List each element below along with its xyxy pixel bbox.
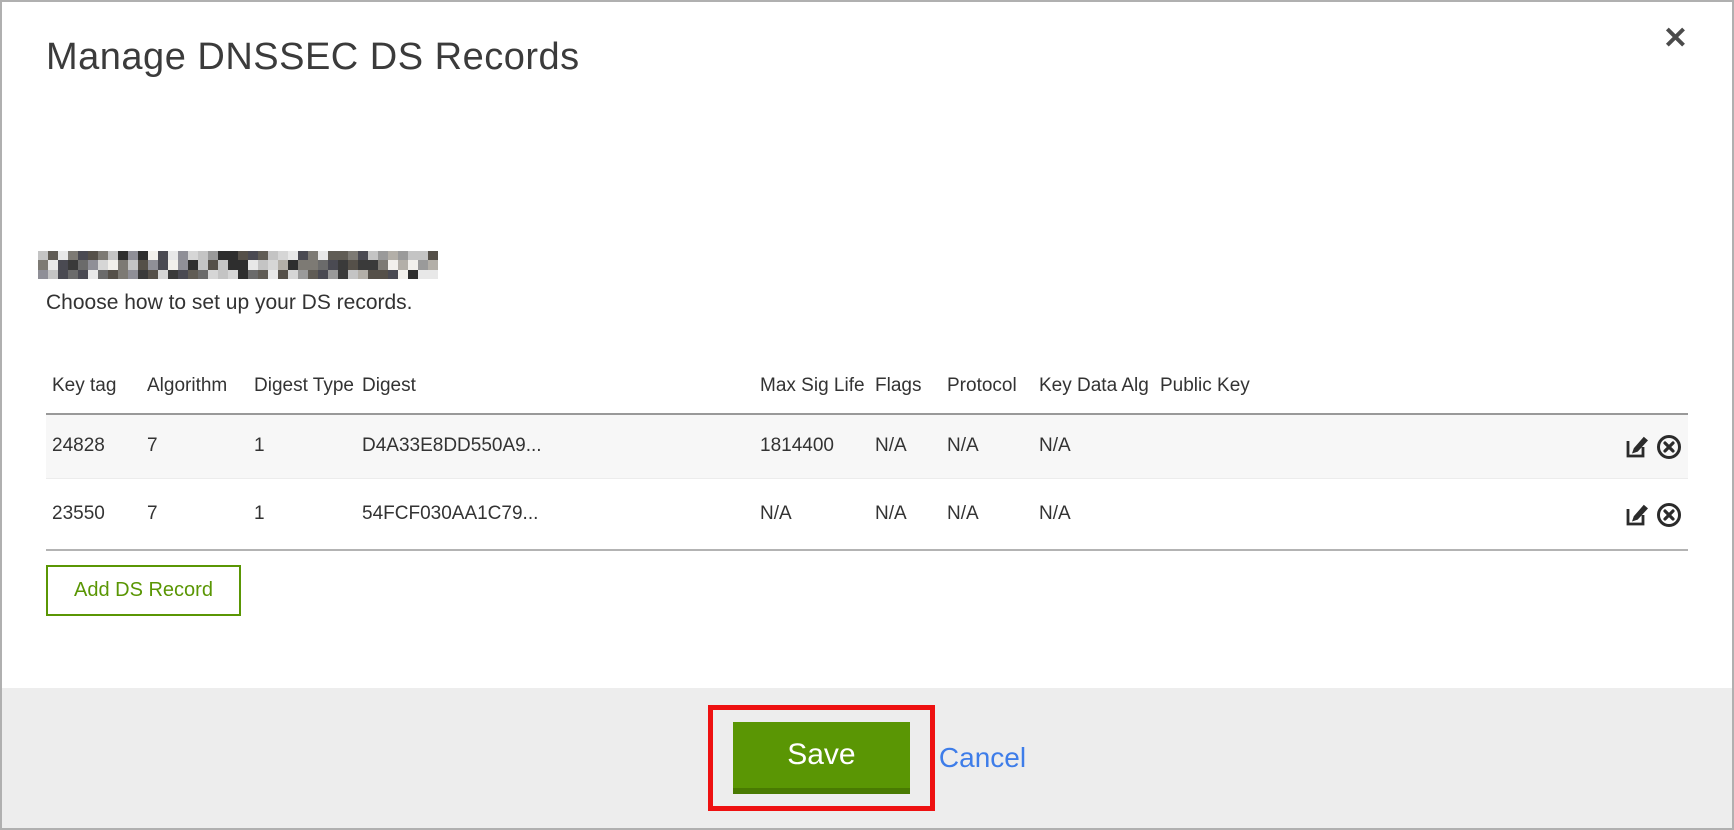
- close-icon[interactable]: ✕: [1663, 24, 1688, 54]
- cell-digest: 54FCF030AA1C79...: [356, 478, 754, 550]
- cell-protocol: N/A: [941, 414, 1033, 478]
- edit-record-button[interactable]: [1622, 499, 1652, 529]
- save-button[interactable]: Save: [733, 722, 910, 794]
- cell-public-key: [1154, 478, 1593, 550]
- cell-key-data-alg: N/A: [1033, 478, 1154, 550]
- manage-dnssec-modal: Manage DNSSEC DS Records ✕ Choose how to…: [0, 0, 1734, 830]
- page-title: Manage DNSSEC DS Records: [46, 36, 1672, 79]
- table-row: 23550 7 1 54FCF030AA1C79... N/A N/A N/A …: [46, 478, 1688, 550]
- cell-max-sig-life: N/A: [754, 478, 869, 550]
- annotation-highlight-rectangle: Save: [708, 705, 935, 811]
- col-digest: Digest: [356, 355, 754, 414]
- cell-digest-type: 1: [248, 414, 356, 478]
- cell-algorithm: 7: [141, 414, 248, 478]
- delete-record-button[interactable]: [1654, 499, 1684, 529]
- row-actions: [1593, 478, 1688, 550]
- cell-algorithm: 7: [141, 478, 248, 550]
- cell-max-sig-life: 1814400: [754, 414, 869, 478]
- delete-icon: [1654, 499, 1684, 529]
- row-actions: [1593, 414, 1688, 478]
- col-digest-type: Digest Type: [248, 355, 356, 414]
- add-ds-record-button[interactable]: Add DS Record: [46, 565, 241, 616]
- col-protocol: Protocol: [941, 355, 1033, 414]
- ds-records-table-wrap: Key tag Algorithm Digest Type Digest Max…: [46, 355, 1688, 551]
- col-actions: [1593, 355, 1688, 414]
- domain-name-redacted: [38, 251, 438, 279]
- cell-flags: N/A: [869, 414, 941, 478]
- cell-key-tag: 24828: [46, 414, 141, 478]
- table-header-row: Key tag Algorithm Digest Type Digest Max…: [46, 355, 1688, 414]
- cell-flags: N/A: [869, 478, 941, 550]
- modal-footer: Save Cancel: [2, 688, 1732, 828]
- cell-key-data-alg: N/A: [1033, 414, 1154, 478]
- cell-key-tag: 23550: [46, 478, 141, 550]
- table-row: 24828 7 1 D4A33E8DD550A9... 1814400 N/A …: [46, 414, 1688, 478]
- cancel-link[interactable]: Cancel: [939, 742, 1026, 774]
- col-key-data-alg: Key Data Alg: [1033, 355, 1154, 414]
- instruction-text: Choose how to set up your DS records.: [46, 291, 1688, 315]
- edit-record-button[interactable]: [1622, 431, 1652, 461]
- col-flags: Flags: [869, 355, 941, 414]
- col-key-tag: Key tag: [46, 355, 141, 414]
- cell-public-key: [1154, 414, 1593, 478]
- delete-icon: [1654, 431, 1684, 461]
- ds-records-table: Key tag Algorithm Digest Type Digest Max…: [46, 355, 1688, 551]
- col-public-key: Public Key: [1154, 355, 1593, 414]
- delete-record-button[interactable]: [1654, 431, 1684, 461]
- edit-icon: [1622, 499, 1652, 529]
- edit-icon: [1622, 431, 1652, 461]
- cell-digest-type: 1: [248, 478, 356, 550]
- cell-protocol: N/A: [941, 478, 1033, 550]
- col-max-sig-life: Max Sig Life: [754, 355, 869, 414]
- cell-digest: D4A33E8DD550A9...: [356, 414, 754, 478]
- col-algorithm: Algorithm: [141, 355, 248, 414]
